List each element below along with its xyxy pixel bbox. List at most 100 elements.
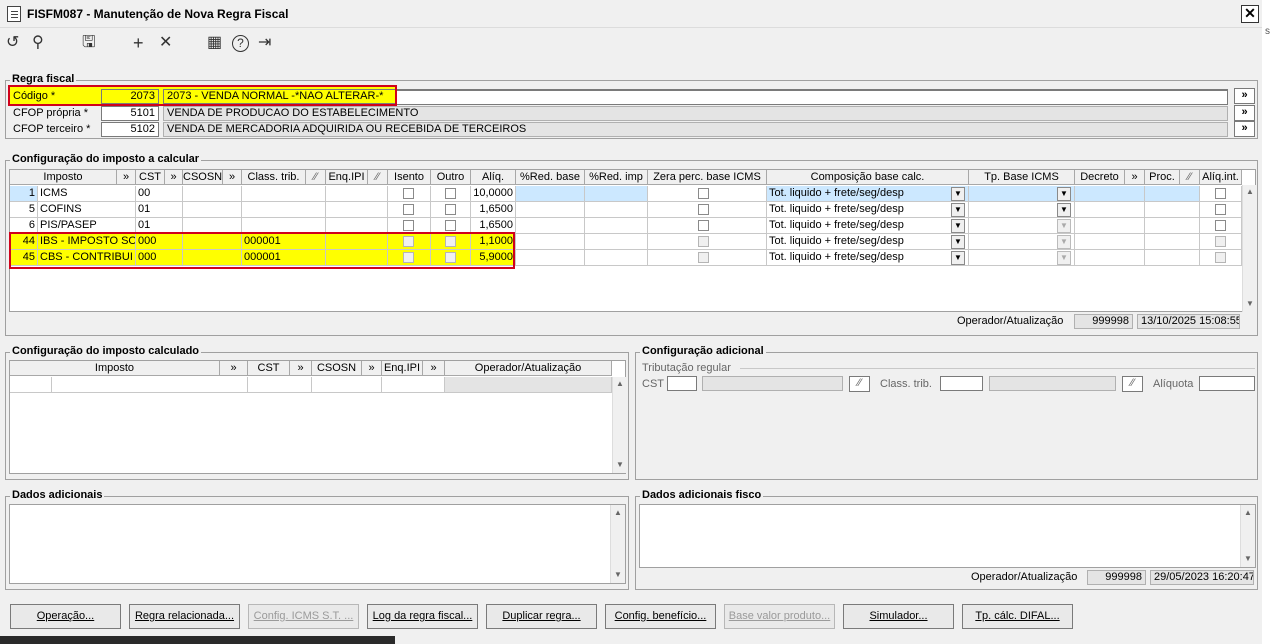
calc-col-cst[interactable]: CST	[248, 361, 290, 376]
composicao-dropdown-icon[interactable]: ▼	[951, 235, 965, 249]
isento-checkbox[interactable]	[403, 220, 414, 231]
aliq-int-checkbox[interactable]	[1215, 252, 1226, 263]
row-proc[interactable]	[1145, 218, 1200, 234]
imposto-calcular-scrollbar[interactable]: ▲ ▼	[1242, 185, 1257, 312]
col-aliq-int[interactable]: Alíq.int.	[1200, 170, 1242, 185]
add-icon[interactable]: +	[133, 34, 144, 52]
col-csosn-more[interactable]: »	[223, 170, 242, 185]
base-valor-produto-button[interactable]: Base valor produto...	[724, 604, 835, 629]
col-proc[interactable]: Proc.	[1145, 170, 1180, 185]
row-red-imp[interactable]	[585, 250, 648, 266]
col-enq-ipi-lookup-icon[interactable]: ⁄⁄	[368, 170, 388, 185]
row-decreto[interactable]	[1075, 234, 1145, 250]
composicao-dropdown-icon[interactable]: ▼	[951, 251, 965, 265]
row-proc[interactable]	[1145, 186, 1200, 202]
scroll-down-icon[interactable]: ▼	[1244, 298, 1256, 310]
dados-scrollbar[interactable]: ▲ ▼	[610, 505, 625, 583]
row-name[interactable]: ICMS	[38, 186, 136, 202]
row-proc[interactable]	[1145, 202, 1200, 218]
tp-calc-difal-button[interactable]: Tp. cálc. DIFAL...	[962, 604, 1073, 629]
row-composicao[interactable]: Tot. liquido + frete/seg/desp	[767, 202, 969, 218]
calc-row-enq[interactable]	[382, 377, 445, 393]
row-class-trib[interactable]	[242, 202, 326, 218]
regra-relacionada-button[interactable]: Regra relacionada...	[129, 604, 240, 629]
row-red-base[interactable]	[516, 186, 585, 202]
row-enq-ipi[interactable]	[326, 202, 388, 218]
calc-col-enq-ipi[interactable]: Enq.IPI	[382, 361, 423, 376]
cst-input[interactable]	[667, 376, 697, 391]
outro-checkbox[interactable]	[445, 188, 456, 199]
outro-checkbox[interactable]	[445, 204, 456, 215]
fisco-scrollbar[interactable]: ▲ ▼	[1240, 505, 1255, 567]
row-red-base[interactable]	[516, 202, 585, 218]
calc-row-code[interactable]	[10, 377, 52, 393]
row-red-base[interactable]	[516, 250, 585, 266]
calc-row-name[interactable]	[52, 377, 248, 393]
row-csosn[interactable]	[183, 186, 242, 202]
zera-checkbox[interactable]	[698, 252, 709, 263]
composicao-dropdown-icon[interactable]: ▼	[951, 219, 965, 233]
row-red-imp[interactable]	[585, 202, 648, 218]
col-enq-ipi[interactable]: Enq.IPI	[326, 170, 368, 185]
row-decreto[interactable]	[1075, 218, 1145, 234]
row-red-imp[interactable]	[585, 234, 648, 250]
row-composicao[interactable]: Tot. liquido + frete/seg/desp	[767, 234, 969, 250]
aliq-int-checkbox[interactable]	[1215, 204, 1226, 215]
cst-lookup-icon[interactable]: ⁄⁄	[849, 376, 870, 392]
simulador-button[interactable]: Simulador...	[843, 604, 954, 629]
calc-col-enq-more[interactable]: »	[423, 361, 445, 376]
tp-base-dropdown-icon[interactable]: ▼	[1057, 251, 1071, 265]
search-icon[interactable]: ⚲	[32, 34, 44, 52]
col-cst-more[interactable]: »	[165, 170, 183, 185]
calc-col-imposto-more[interactable]: »	[220, 361, 248, 376]
row-name[interactable]: COFINS	[38, 202, 136, 218]
aliq-int-checkbox[interactable]	[1215, 188, 1226, 199]
zera-checkbox[interactable]	[698, 188, 709, 199]
col-decreto-more[interactable]: »	[1125, 170, 1145, 185]
duplicar-regra-button[interactable]: Duplicar regra...	[486, 604, 597, 629]
calendar-icon[interactable]: ▦	[207, 34, 222, 52]
row-composicao[interactable]: Tot. liquido + frete/seg/desp	[767, 218, 969, 234]
cfop-propria-input[interactable]: 5101	[101, 106, 159, 121]
row-decreto[interactable]	[1075, 202, 1145, 218]
row-decreto[interactable]	[1075, 250, 1145, 266]
config-icms-st-button[interactable]: Config. ICMS S.T. ...	[248, 604, 359, 629]
col-class-trib[interactable]: Class. trib.	[242, 170, 306, 185]
refresh-icon[interactable]: ↺	[6, 34, 19, 52]
row-cst[interactable]: 01	[136, 202, 183, 218]
isento-checkbox[interactable]	[403, 204, 414, 215]
row-csosn[interactable]	[183, 202, 242, 218]
row-red-imp[interactable]	[585, 186, 648, 202]
row-composicao[interactable]: Tot. liquido + frete/seg/desp	[767, 250, 969, 266]
calc-row-cst[interactable]	[248, 377, 312, 393]
col-csosn[interactable]: CSOSN	[183, 170, 223, 185]
tp-base-dropdown-icon[interactable]: ▼	[1057, 187, 1071, 201]
row-red-imp[interactable]	[585, 218, 648, 234]
isento-checkbox[interactable]	[403, 188, 414, 199]
close-button[interactable]: ✕	[1241, 5, 1259, 23]
log-regra-button[interactable]: Log da regra fiscal...	[367, 604, 478, 629]
imposto-calculado-scrollbar[interactable]: ▲ ▼	[612, 377, 627, 473]
row-proc[interactable]	[1145, 250, 1200, 266]
row-red-base[interactable]	[516, 218, 585, 234]
calc-col-csosn[interactable]: CSOSN	[312, 361, 362, 376]
col-class-trib-lookup-icon[interactable]: ⁄⁄	[306, 170, 326, 185]
dados-fisco-textarea[interactable]: ▲ ▼	[639, 504, 1256, 568]
col-decreto[interactable]: Decreto	[1075, 170, 1125, 185]
dados-scroll-up-icon[interactable]: ▲	[612, 507, 624, 519]
col-tp-base[interactable]: Tp. Base ICMS	[969, 170, 1075, 185]
dados-scroll-down-icon[interactable]: ▼	[612, 569, 624, 581]
aliq-int-checkbox[interactable]	[1215, 236, 1226, 247]
dados-adicionais-textarea[interactable]: ▲ ▼	[9, 504, 626, 584]
row-cst[interactable]: 00	[136, 186, 183, 202]
aliquota-input[interactable]	[1199, 376, 1255, 391]
col-red-imp[interactable]: %Red. imp	[585, 170, 648, 185]
calc-scroll-up-icon[interactable]: ▲	[614, 378, 626, 390]
row-code[interactable]: 5	[10, 202, 38, 218]
zera-checkbox[interactable]	[698, 220, 709, 231]
calc-row-csosn[interactable]	[312, 377, 382, 393]
col-zera[interactable]: Zera perc. base ICMS	[648, 170, 767, 185]
save-icon[interactable]: 🖫	[82, 34, 96, 52]
row-composicao[interactable]: Tot. liquido + frete/seg/desp	[767, 186, 969, 202]
row-red-base[interactable]	[516, 234, 585, 250]
